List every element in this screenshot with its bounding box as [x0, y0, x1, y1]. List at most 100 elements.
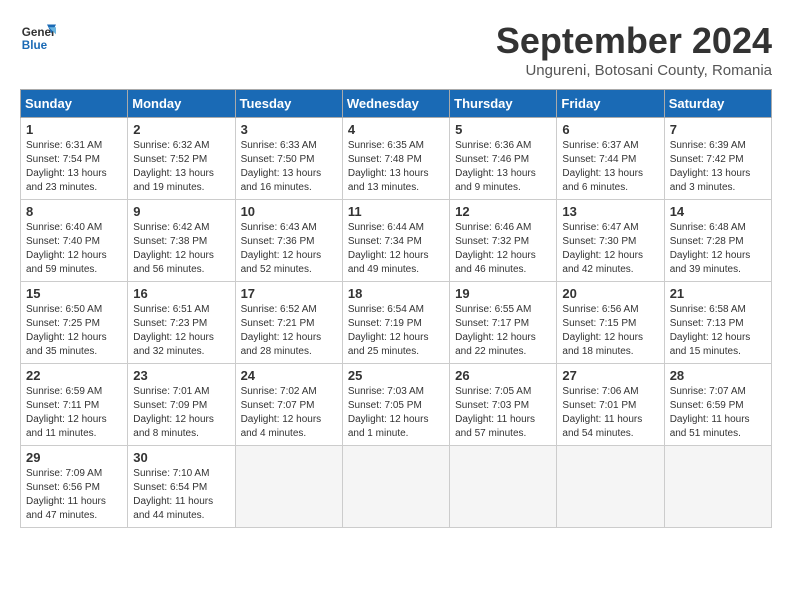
- day-info: Sunrise: 6:56 AM Sunset: 7:15 PM Dayligh…: [562, 303, 658, 359]
- calendar-cell: 11 Sunrise: 6:44 AM Sunset: 7:34 PM Dayli…: [342, 200, 449, 282]
- day-number: 14: [670, 204, 766, 219]
- calendar-cell: 22 Sunrise: 6:59 AM Sunset: 7:11 PM Dayli…: [21, 364, 128, 446]
- header-sunday: Sunday: [21, 90, 128, 118]
- day-number: 29: [26, 450, 122, 465]
- day-info: Sunrise: 6:40 AM Sunset: 7:40 PM Dayligh…: [26, 221, 122, 277]
- day-info: Sunrise: 6:48 AM Sunset: 7:28 PM Dayligh…: [670, 221, 766, 277]
- calendar-cell: [342, 446, 449, 528]
- day-info: Sunrise: 6:39 AM Sunset: 7:42 PM Dayligh…: [670, 139, 766, 195]
- day-number: 18: [348, 286, 444, 301]
- day-number: 30: [133, 450, 229, 465]
- day-number: 5: [455, 122, 551, 137]
- calendar-cell: 27Sunrise: 7:06 AM Sunset: 7:01 PM Dayli…: [557, 364, 664, 446]
- calendar-cell: 12Sunrise: 6:46 AM Sunset: 7:32 PM Dayli…: [450, 200, 557, 282]
- day-info: Sunrise: 6:31 AM Sunset: 7:54 PM Dayligh…: [26, 139, 122, 195]
- logo-icon: General Blue: [20, 20, 56, 56]
- calendar-cell: 29Sunrise: 7:09 AM Sunset: 6:56 PM Dayli…: [21, 446, 128, 528]
- calendar-cell: 2 Sunrise: 6:32 AM Sunset: 7:52 PM Daylig…: [128, 118, 235, 200]
- day-info: Sunrise: 6:43 AM Sunset: 7:36 PM Dayligh…: [241, 221, 337, 277]
- day-info: Sunrise: 6:36 AM Sunset: 7:46 PM Dayligh…: [455, 139, 551, 195]
- calendar-cell: 30 Sunrise: 7:10 AM Sunset: 6:54 PM Dayli…: [128, 446, 235, 528]
- calendar-cell: 3Sunrise: 6:33 AM Sunset: 7:50 PM Daylig…: [235, 118, 342, 200]
- calendar-cell: 4Sunrise: 6:35 AM Sunset: 7:48 PM Daylig…: [342, 118, 449, 200]
- day-info: Sunrise: 6:42 AM Sunset: 7:38 PM Dayligh…: [133, 221, 229, 277]
- day-info: Sunrise: 7:05 AM Sunset: 7:03 PM Dayligh…: [455, 385, 551, 441]
- calendar-cell: 5 Sunrise: 6:36 AM Sunset: 7:46 PM Daylig…: [450, 118, 557, 200]
- calendar-cell: 26 Sunrise: 7:05 AM Sunset: 7:03 PM Dayli…: [450, 364, 557, 446]
- header-wednesday: Wednesday: [342, 90, 449, 118]
- day-info: Sunrise: 6:58 AM Sunset: 7:13 PM Dayligh…: [670, 303, 766, 359]
- calendar-week-1: 8 Sunrise: 6:40 AM Sunset: 7:40 PM Daylig…: [21, 200, 772, 282]
- day-info: Sunrise: 6:32 AM Sunset: 7:52 PM Dayligh…: [133, 139, 229, 195]
- calendar-cell: 25 Sunrise: 7:03 AM Sunset: 7:05 PM Dayli…: [342, 364, 449, 446]
- day-info: Sunrise: 7:10 AM Sunset: 6:54 PM Dayligh…: [133, 467, 229, 523]
- calendar-table: SundayMondayTuesdayWednesdayThursdayFrid…: [20, 89, 772, 528]
- day-number: 28: [670, 368, 766, 383]
- day-info: Sunrise: 7:03 AM Sunset: 7:05 PM Dayligh…: [348, 385, 444, 441]
- calendar-cell: 7 Sunrise: 6:39 AM Sunset: 7:42 PM Daylig…: [664, 118, 771, 200]
- calendar-week-3: 22 Sunrise: 6:59 AM Sunset: 7:11 PM Dayli…: [21, 364, 772, 446]
- day-number: 4: [348, 122, 444, 137]
- day-number: 13: [562, 204, 658, 219]
- header-saturday: Saturday: [664, 90, 771, 118]
- day-info: Sunrise: 6:50 AM Sunset: 7:25 PM Dayligh…: [26, 303, 122, 359]
- day-info: Sunrise: 6:54 AM Sunset: 7:19 PM Dayligh…: [348, 303, 444, 359]
- calendar-title: September 2024: [496, 20, 772, 62]
- day-info: Sunrise: 6:59 AM Sunset: 7:11 PM Dayligh…: [26, 385, 122, 441]
- calendar-week-4: 29Sunrise: 7:09 AM Sunset: 6:56 PM Dayli…: [21, 446, 772, 528]
- header-thursday: Thursday: [450, 90, 557, 118]
- calendar-header-row: SundayMondayTuesdayWednesdayThursdayFrid…: [21, 90, 772, 118]
- calendar-cell: [557, 446, 664, 528]
- calendar-cell: 14 Sunrise: 6:48 AM Sunset: 7:28 PM Dayli…: [664, 200, 771, 282]
- calendar-cell: 20 Sunrise: 6:56 AM Sunset: 7:15 PM Dayli…: [557, 282, 664, 364]
- day-number: 2: [133, 122, 229, 137]
- day-number: 6: [562, 122, 658, 137]
- calendar-cell: 18 Sunrise: 6:54 AM Sunset: 7:19 PM Dayli…: [342, 282, 449, 364]
- calendar-cell: 8 Sunrise: 6:40 AM Sunset: 7:40 PM Daylig…: [21, 200, 128, 282]
- calendar-week-2: 15Sunrise: 6:50 AM Sunset: 7:25 PM Dayli…: [21, 282, 772, 364]
- logo: General Blue: [20, 20, 56, 56]
- day-number: 20: [562, 286, 658, 301]
- svg-text:Blue: Blue: [22, 39, 48, 52]
- day-number: 22: [26, 368, 122, 383]
- day-number: 17: [241, 286, 337, 301]
- calendar-cell: 10 Sunrise: 6:43 AM Sunset: 7:36 PM Dayli…: [235, 200, 342, 282]
- day-info: Sunrise: 6:51 AM Sunset: 7:23 PM Dayligh…: [133, 303, 229, 359]
- day-info: Sunrise: 6:47 AM Sunset: 7:30 PM Dayligh…: [562, 221, 658, 277]
- calendar-subtitle: Ungureni, Botosani County, Romania: [496, 62, 772, 79]
- day-number: 16: [133, 286, 229, 301]
- day-number: 26: [455, 368, 551, 383]
- day-info: Sunrise: 7:07 AM Sunset: 6:59 PM Dayligh…: [670, 385, 766, 441]
- day-number: 23: [133, 368, 229, 383]
- calendar-cell: 24Sunrise: 7:02 AM Sunset: 7:07 PM Dayli…: [235, 364, 342, 446]
- day-number: 21: [670, 286, 766, 301]
- title-block: September 2024 Ungureni, Botosani County…: [496, 20, 772, 79]
- page-header: General Blue September 2024 Ungureni, Bo…: [20, 20, 772, 79]
- calendar-cell: 9 Sunrise: 6:42 AM Sunset: 7:38 PM Daylig…: [128, 200, 235, 282]
- day-info: Sunrise: 6:52 AM Sunset: 7:21 PM Dayligh…: [241, 303, 337, 359]
- header-friday: Friday: [557, 90, 664, 118]
- header-monday: Monday: [128, 90, 235, 118]
- calendar-cell: 17 Sunrise: 6:52 AM Sunset: 7:21 PM Dayli…: [235, 282, 342, 364]
- day-number: 11: [348, 204, 444, 219]
- day-number: 9: [133, 204, 229, 219]
- day-number: 25: [348, 368, 444, 383]
- calendar-cell: 21 Sunrise: 6:58 AM Sunset: 7:13 PM Dayli…: [664, 282, 771, 364]
- calendar-cell: [450, 446, 557, 528]
- calendar-week-0: 1Sunrise: 6:31 AM Sunset: 7:54 PM Daylig…: [21, 118, 772, 200]
- calendar-cell: 19Sunrise: 6:55 AM Sunset: 7:17 PM Dayli…: [450, 282, 557, 364]
- calendar-cell: 13 Sunrise: 6:47 AM Sunset: 7:30 PM Dayli…: [557, 200, 664, 282]
- calendar-cell: [235, 446, 342, 528]
- day-info: Sunrise: 6:44 AM Sunset: 7:34 PM Dayligh…: [348, 221, 444, 277]
- calendar-cell: 1Sunrise: 6:31 AM Sunset: 7:54 PM Daylig…: [21, 118, 128, 200]
- day-number: 7: [670, 122, 766, 137]
- day-info: Sunrise: 6:55 AM Sunset: 7:17 PM Dayligh…: [455, 303, 551, 359]
- day-number: 10: [241, 204, 337, 219]
- header-tuesday: Tuesday: [235, 90, 342, 118]
- calendar-cell: 23Sunrise: 7:01 AM Sunset: 7:09 PM Dayli…: [128, 364, 235, 446]
- day-number: 3: [241, 122, 337, 137]
- calendar-cell: 16 Sunrise: 6:51 AM Sunset: 7:23 PM Dayli…: [128, 282, 235, 364]
- day-number: 24: [241, 368, 337, 383]
- day-number: 8: [26, 204, 122, 219]
- calendar-cell: [664, 446, 771, 528]
